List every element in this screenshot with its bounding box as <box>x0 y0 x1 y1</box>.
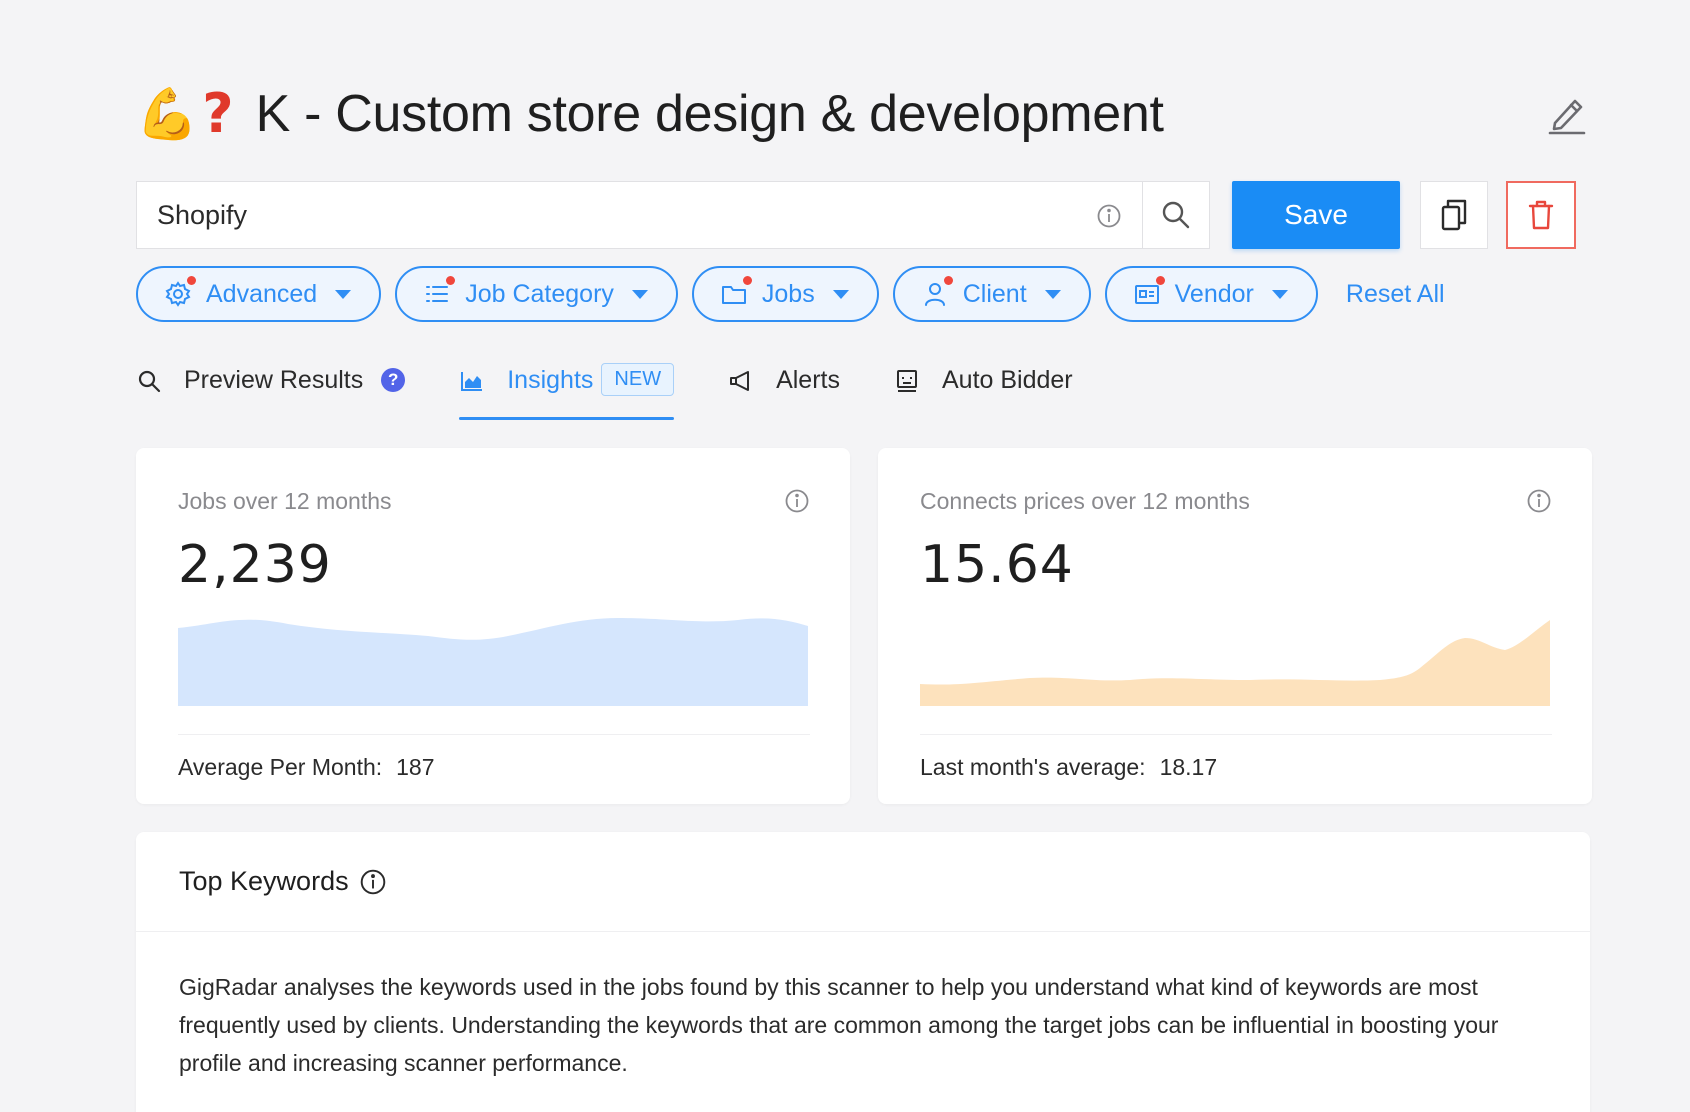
jobs-metric-card: Jobs over 12 months 2,239 Average Per Mo… <box>136 448 850 804</box>
tab-label: Preview Results <box>184 366 364 394</box>
connects-sparkline <box>920 620 1550 706</box>
section-title: Top Keywords <box>179 866 349 896</box>
tab-alerts[interactable]: Alerts <box>728 360 840 420</box>
vendor-card-icon <box>1133 276 1165 308</box>
search-row: Save <box>136 181 1578 249</box>
metric-value: 15.64 <box>920 535 1074 595</box>
filter-jobs[interactable]: Jobs <box>691 266 879 322</box>
tab-bar: Preview Results ? Insights NEW Alerts Au… <box>136 360 1127 420</box>
robot-icon <box>894 368 920 394</box>
divider <box>178 734 810 735</box>
active-dot <box>187 276 196 285</box>
filter-vendor[interactable]: Vendor <box>1104 266 1318 322</box>
copy-icon <box>1441 199 1467 231</box>
chevron-down-icon <box>1044 289 1061 299</box>
metric-footer: Average Per Month: 187 <box>178 754 435 781</box>
footer-label: Average Per Month: <box>178 754 383 780</box>
footer-value: 18.17 <box>1159 754 1218 780</box>
new-badge: NEW <box>601 363 675 396</box>
jobs-sparkline <box>178 618 808 706</box>
divider <box>920 734 1552 735</box>
metric-label: Connects prices over 12 months <box>920 488 1250 514</box>
info-icon[interactable] <box>359 868 387 896</box>
metric-label: Jobs over 12 months <box>178 488 392 514</box>
filter-label: Job Category <box>465 279 614 308</box>
search-icon <box>136 368 162 394</box>
copy-button[interactable] <box>1420 181 1488 249</box>
delete-button[interactable] <box>1506 181 1576 249</box>
search-button[interactable] <box>1142 181 1210 249</box>
title-row: 💪 ? K - Custom store design & developmen… <box>136 78 1591 150</box>
filter-label: Jobs <box>761 279 815 308</box>
keyword-search-input[interactable] <box>157 199 1057 231</box>
filter-label: Vendor <box>1174 279 1254 308</box>
filter-label: Advanced <box>206 279 318 308</box>
top-keywords-card: Top Keywords GigRadar analyses the keywo… <box>136 832 1590 1112</box>
save-button[interactable]: Save <box>1232 181 1400 249</box>
list-icon <box>423 276 456 308</box>
tab-preview-results[interactable]: Preview Results ? <box>136 360 406 420</box>
gear-icon <box>164 276 196 308</box>
question-circle-icon[interactable]: ? <box>381 368 406 392</box>
footer-label: Last month's average: <box>920 754 1146 780</box>
tab-label: Insights <box>507 366 594 394</box>
filter-label: Client <box>962 279 1027 308</box>
tab-insights[interactable]: Insights NEW <box>459 360 675 420</box>
chevron-down-icon <box>1271 289 1288 299</box>
flexed-arm-icon: 💪 <box>136 86 199 142</box>
metric-footer: Last month's average: 18.17 <box>920 754 1217 781</box>
edit-title-button[interactable] <box>1543 90 1591 138</box>
active-dot <box>1155 276 1165 285</box>
user-icon <box>921 276 953 308</box>
chevron-down-icon <box>832 289 849 299</box>
search-icon <box>1162 201 1190 229</box>
footer-value: 187 <box>396 754 435 780</box>
tab-label: Auto Bidder <box>941 366 1073 394</box>
folder-icon <box>720 276 752 308</box>
top-keywords-header: Top Keywords <box>136 832 1590 932</box>
section-description: GigRadar analyses the keywords used in t… <box>179 974 1499 1076</box>
metric-value: 2,239 <box>178 535 332 595</box>
tab-auto-bidder[interactable]: Auto Bidder <box>894 360 1073 420</box>
filter-row: Advanced Job Category Jobs Client Vendor… <box>136 266 1445 322</box>
info-icon[interactable] <box>1526 488 1552 519</box>
megaphone-icon <box>728 368 754 394</box>
active-dot <box>943 276 953 285</box>
chevron-down-icon <box>335 289 352 299</box>
chevron-down-icon <box>631 289 648 299</box>
active-dot <box>446 276 456 285</box>
reset-all-link[interactable]: Reset All <box>1346 280 1445 309</box>
filter-client[interactable]: Client <box>892 266 1091 322</box>
chart-icon <box>459 368 485 394</box>
filter-job-category[interactable]: Job Category <box>395 266 678 322</box>
trash-icon <box>1528 200 1554 230</box>
info-icon[interactable] <box>784 488 810 519</box>
page-title: K - Custom store design & development <box>255 85 1164 143</box>
filter-advanced[interactable]: Advanced <box>136 266 382 322</box>
keyword-search-box <box>136 181 1142 249</box>
connects-metric-card: Connects prices over 12 months 15.64 Las… <box>878 448 1592 804</box>
question-mark-icon: ? <box>202 82 234 145</box>
active-dot <box>742 276 752 285</box>
pencil-icon <box>1548 99 1586 135</box>
tab-label: Alerts <box>776 366 840 394</box>
title-emoji: 💪 ? <box>136 87 234 141</box>
info-icon[interactable] <box>1096 203 1122 234</box>
